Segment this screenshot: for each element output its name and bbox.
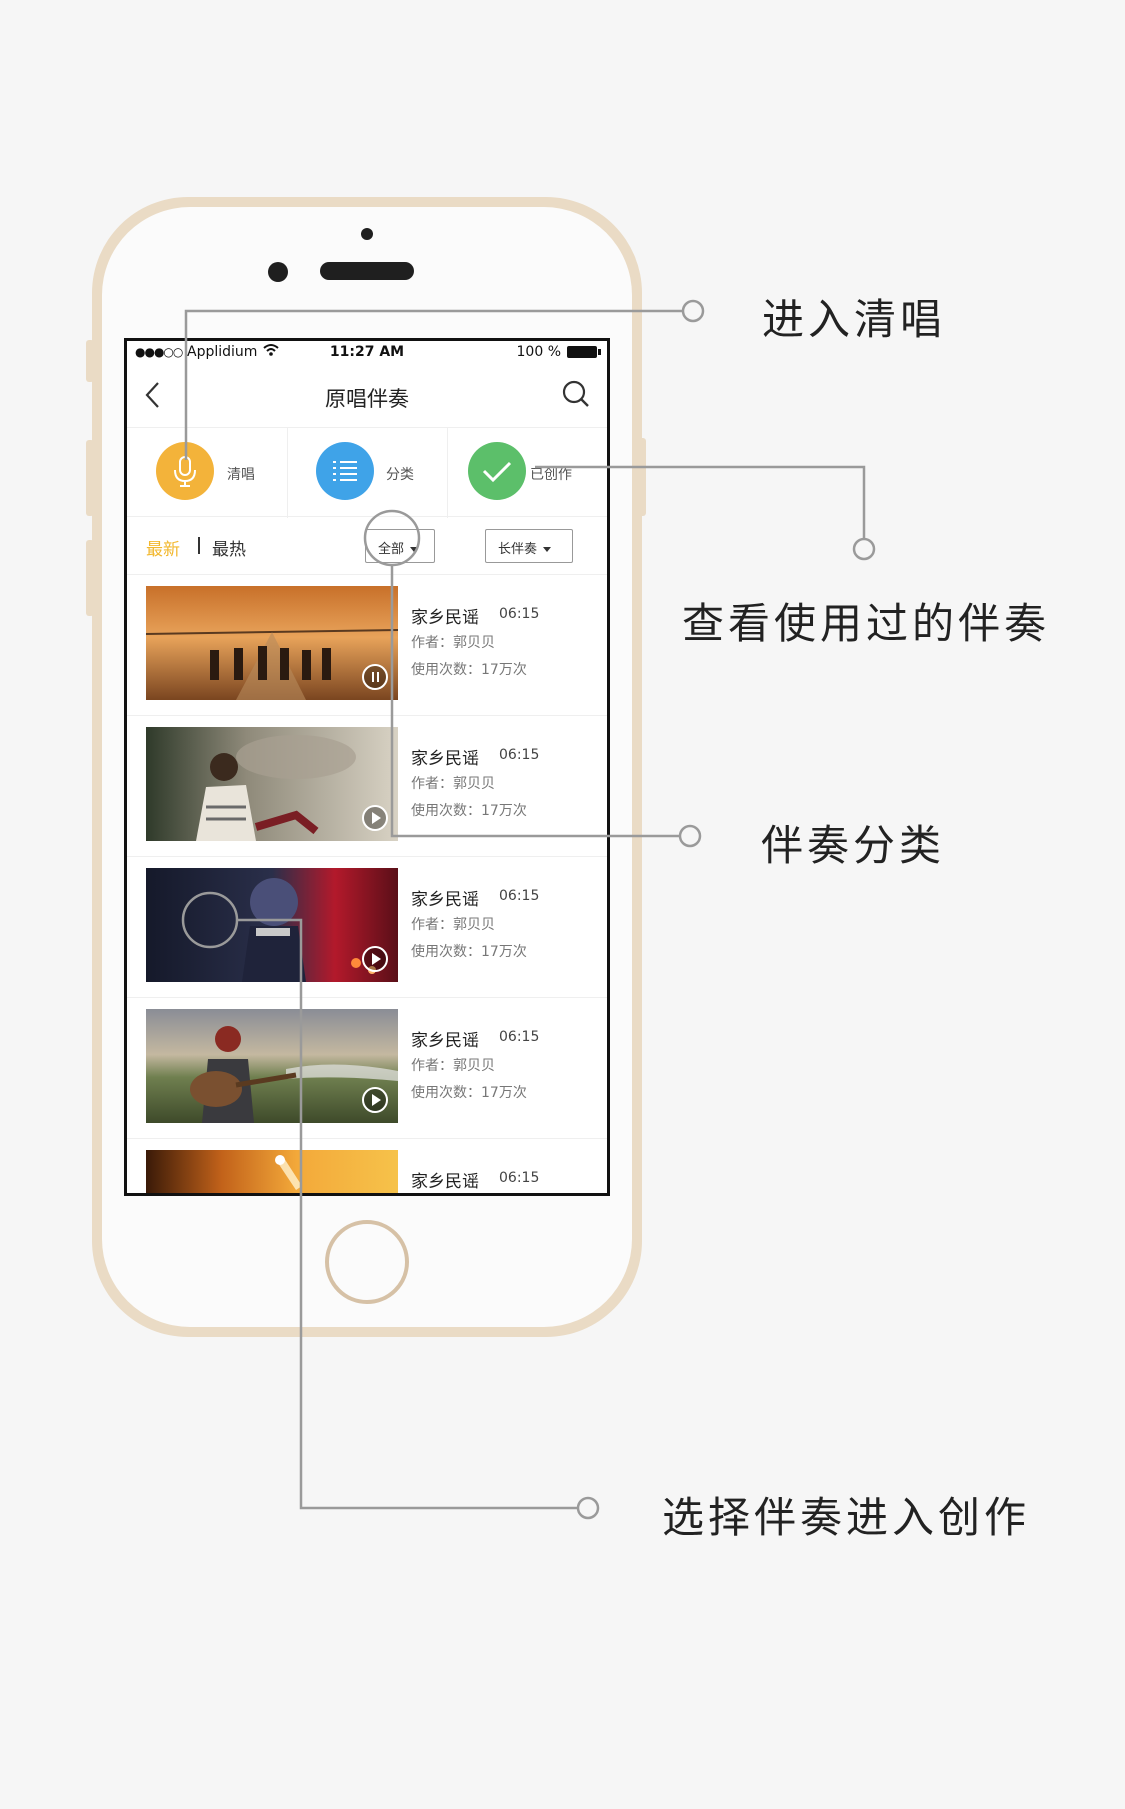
callout-view-used: 查看使用过的伴奏 [682,599,1051,648]
callout-select-to-create: 选择伴奏进入创作 [662,1493,1031,1542]
callout-enter-acapella: 进入清唱 [762,295,947,344]
callout-categories: 伴奏分类 [761,821,946,870]
